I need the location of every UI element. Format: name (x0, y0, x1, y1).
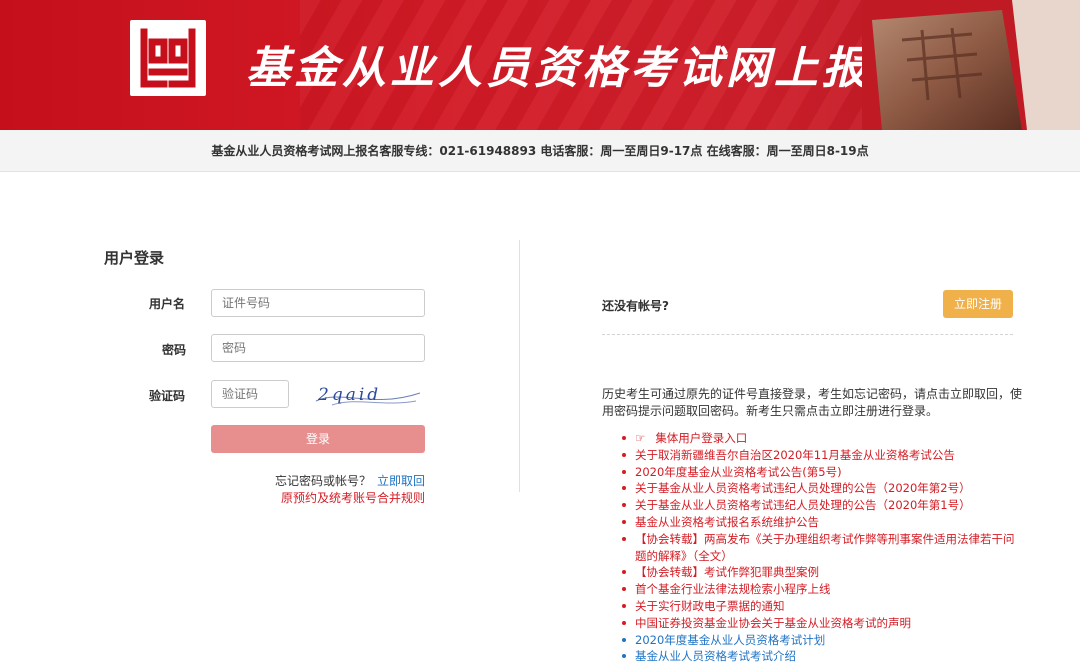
password-label: 密码 (162, 343, 187, 357)
pointing-hand-icon: ☞ (635, 431, 646, 445)
notice-item[interactable]: 首个基金行业法律法规检索小程序上线 (622, 581, 1022, 598)
notice-label: 关于取消新疆维吾尔自治区2020年11月基金从业资格考试公告 (635, 447, 955, 462)
notice-item[interactable]: 基金从业资格考试报名系统维护公告 (622, 514, 1022, 531)
captcha-image[interactable]: 2qaid (312, 379, 424, 409)
captcha-input[interactable] (211, 380, 289, 408)
notice-label: 关于基金从业人员资格考试违纪人员处理的公告（2020年第1号） (635, 498, 971, 513)
notice-label: 关于实行财政电子票据的通知 (635, 598, 785, 613)
username-input[interactable] (211, 289, 425, 317)
notice-item[interactable]: 关于实行财政电子票据的通知 (622, 598, 1022, 615)
captcha-label: 验证码 (149, 389, 186, 403)
captcha-text: 2qaid (317, 385, 381, 405)
site-title: 基金从业人员资格考试网上报名 (246, 43, 918, 94)
notice-item[interactable]: ☞ 集体用户登录入口 (622, 430, 1022, 447)
notice-label: 2020年度基金从业资格考试公告(第5号) (635, 464, 842, 479)
customer-service-bar: 基金从业人员资格考试网上报名客服专线：021-61948893 电话客服：周一至… (0, 130, 1080, 172)
notice-item[interactable]: 基金从业人员资格考试考试介绍 (622, 648, 1022, 663)
notice-label: 【协会转载】两高发布《关于办理组织考试作弊等刑事案件适用法律若干问题的解释》（全… (635, 531, 1015, 563)
amac-logo-icon (130, 20, 206, 96)
register-button[interactable]: 立即注册 (943, 290, 1013, 318)
notice-label: 基金从业资格考试报名系统维护公告 (635, 514, 819, 529)
notice-label: 【协会转载】考试作弊犯罪典型案例 (635, 565, 819, 580)
notice-label: 关于基金从业人员资格考试违纪人员处理的公告（2020年第2号） (635, 481, 971, 496)
notice-item[interactable]: 2020年度基金从业人员资格考试计划 (622, 632, 1022, 649)
notice-item[interactable]: 【协会转载】考试作弊犯罪典型案例 (622, 564, 1022, 581)
username-label: 用户名 (149, 297, 186, 311)
notice-item[interactable]: 【协会转载】两高发布《关于办理组织考试作弊等刑事案件适用法律若干问题的解释》（全… (622, 531, 1022, 565)
notice-item[interactable]: 关于基金从业人员资格考试违纪人员处理的公告（2020年第1号） (622, 497, 1022, 514)
notice-label: 首个基金行业法律法规检索小程序上线 (635, 582, 831, 597)
notice-label: 2020年度基金从业人员资格考试计划 (635, 632, 826, 647)
password-input[interactable] (211, 334, 425, 362)
register-description: 历史考生可通过原先的证件号直接登录，考生如忘记密码，请点击立即取回，使用密码提示… (602, 387, 1023, 418)
retrieve-link[interactable]: 立即取回 (377, 474, 425, 488)
notice-label: 基金从业人员资格考试考试介绍 (635, 649, 796, 663)
seal-image (862, 0, 1080, 130)
notice-item[interactable]: 中国证券投资基金业协会关于基金从业资格考试的声明 (622, 615, 1022, 632)
forgot-text: 忘记密码或帐号？ (274, 474, 371, 488)
merge-rule-link[interactable]: 原预约及统考账号合并规则 (281, 489, 425, 506)
notice-item[interactable]: 关于基金从业人员资格考试违纪人员处理的公告（2020年第2号） (622, 480, 1022, 497)
vertical-divider (519, 240, 520, 492)
notice-label: 集体用户登录入口 (655, 431, 748, 445)
notice-item[interactable]: 关于取消新疆维吾尔自治区2020年11月基金从业资格考试公告 (622, 447, 1022, 464)
header-banner: 基金从业人员资格考试网上报名 (0, 0, 1080, 130)
notice-list: ☞ 集体用户登录入口关于取消新疆维吾尔自治区2020年11月基金从业资格考试公告 2… (622, 430, 1022, 663)
notice-label: 中国证券投资基金业协会关于基金从业资格考试的声明 (635, 615, 911, 630)
notice-item[interactable]: 2020年度基金从业资格考试公告(第5号) (622, 464, 1022, 481)
login-button[interactable]: 登录 (211, 425, 425, 453)
login-title: 用户登录 (104, 249, 165, 267)
no-account-text: 还没有帐号? (602, 299, 669, 313)
dashed-divider (602, 334, 1013, 335)
forgot-row: 忘记密码或帐号？ 立即取回 (275, 472, 425, 489)
